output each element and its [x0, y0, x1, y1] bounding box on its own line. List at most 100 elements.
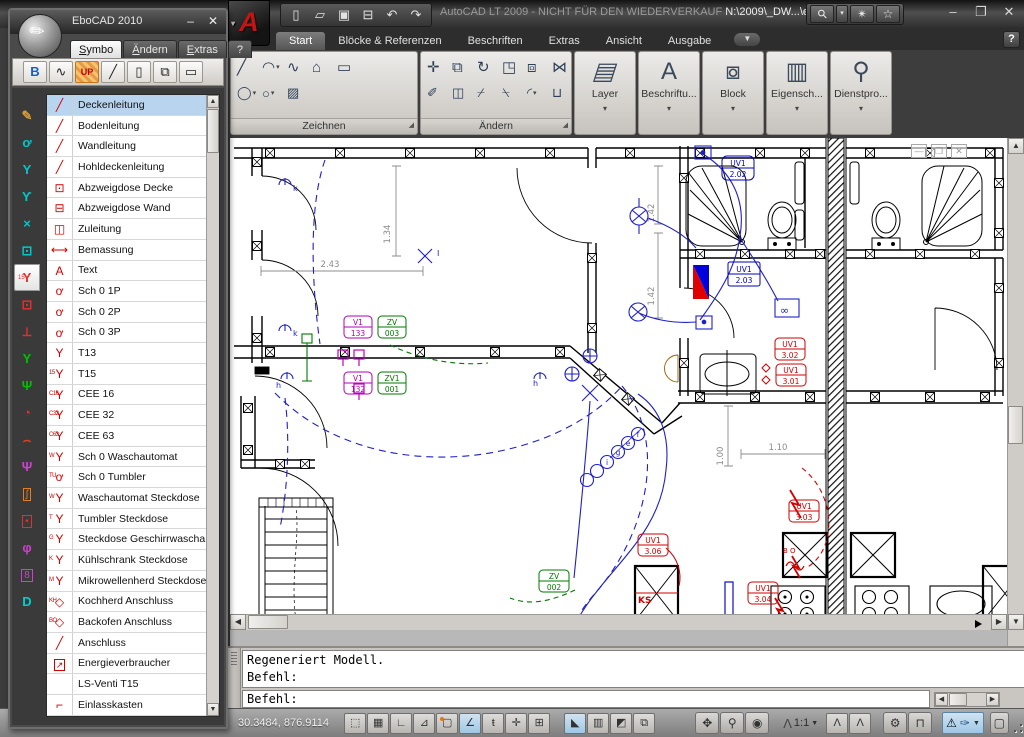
minimize-button[interactable]: – — [944, 4, 962, 20]
ribbon-minimize-caret[interactable]: ▼ — [734, 33, 760, 46]
palette-scrollbar[interactable]: ▲ ▼ — [206, 95, 219, 716]
hatch-icon[interactable]: ▨ — [285, 82, 309, 104]
socket-cyan-icon[interactable]: Y — [14, 156, 40, 183]
scroll-up-icon[interactable]: ▲ — [207, 95, 219, 108]
command-history[interactable]: Regeneriert Modell. Befehl: ▲ ▼ — [242, 650, 1024, 688]
line-tool[interactable]: ╱ — [101, 61, 125, 83]
symbol-list-item[interactable]: C32YCEE 32 — [47, 405, 206, 426]
symbol-list-item[interactable]: GYSteckdose Geschirrwascha — [47, 529, 206, 550]
symbol-list-item[interactable]: TUơSch 0 Tumbler — [47, 467, 206, 488]
mirror-icon[interactable]: ⋈ — [550, 54, 574, 80]
erase-icon[interactable]: ✐ — [425, 82, 449, 104]
maximize-button[interactable]: ❐ — [972, 4, 990, 20]
annotation-scale[interactable]: Λ 1:1 ▼ — [783, 716, 818, 731]
search-icon[interactable]: ⚲ — [810, 5, 834, 23]
symbol-list-item[interactable]: ╱Deckenleitung — [47, 95, 206, 116]
box-dot-cyan-icon[interactable]: ⊡ — [14, 237, 40, 264]
new-sheet-tool[interactable]: ▯ — [127, 61, 151, 83]
ducs-toggle[interactable]: ŧ — [482, 713, 504, 734]
edit-icon[interactable]: ⊔ — [550, 82, 574, 104]
up-tool[interactable]: UP — [75, 61, 99, 83]
tab-beschriften[interactable]: Beschriften — [455, 32, 536, 50]
arc-icon[interactable]: ◠▾ — [260, 54, 284, 80]
symbol-list-item[interactable]: LS-Venti T15 — [47, 674, 206, 695]
scroll-left-icon[interactable]: ◀ — [230, 614, 246, 630]
symbol-list-item[interactable]: ơSch 0 3P — [47, 323, 206, 344]
model-button[interactable]: ◣ — [564, 713, 586, 734]
layout2-button[interactable]: ◩ — [610, 713, 632, 734]
fillet-icon[interactable]: ◜▾ — [525, 82, 549, 104]
annotation-visibility-button[interactable]: Λ — [826, 713, 848, 734]
socket-green-icon[interactable]: Y — [14, 345, 40, 372]
symbol-list-item[interactable]: YT13 — [47, 343, 206, 364]
t15-selected-icon[interactable]: 15Y — [14, 264, 40, 291]
symbol-list-item[interactable]: MYMikrowellenherd Steckdose — [47, 571, 206, 592]
grid-toggle[interactable]: ▦ — [367, 713, 389, 734]
symbol-list-item[interactable]: ⊡Abzweigdose Decke — [47, 178, 206, 199]
panel-aendern-footer[interactable]: Ändern◢ — [421, 118, 571, 134]
annotation-autoscale-button[interactable]: Λ — [849, 713, 871, 734]
cmd-hscroll-thumb[interactable] — [949, 693, 967, 706]
tab-extras[interactable]: Extras — [536, 32, 593, 50]
cross-icon[interactable]: × — [14, 210, 40, 237]
doc-close-icon[interactable]: ✕ — [951, 144, 967, 158]
layer-panel[interactable]: ▤Layer▾ — [574, 51, 636, 135]
command-hscrollbar[interactable]: ◀ ▶ — [934, 692, 1000, 707]
status-toggle-tray[interactable]: ⚠ ✑ ▼ — [942, 712, 984, 734]
palette-tab-extras[interactable]: Extras — [178, 40, 227, 58]
symbol-list-item[interactable]: C16YCEE 16 — [47, 385, 206, 406]
copy-tool[interactable]: ⧉ — [153, 61, 177, 83]
redo-icon[interactable]: ↷ — [405, 5, 427, 25]
symbol-list-item[interactable]: ╱Wandleitung — [47, 136, 206, 157]
circle-icon[interactable]: ◯▾ — [235, 82, 259, 104]
symbol-list-item[interactable]: ⟷Bemassung — [47, 240, 206, 261]
extend-icon[interactable]: ⍀ — [500, 82, 524, 104]
bold-tool[interactable]: B — [23, 61, 47, 83]
awning-icon[interactable]: ⌢ — [14, 426, 40, 453]
explode-icon[interactable]: ◫ — [450, 82, 474, 104]
osnap-toggle[interactable]: ▢ — [436, 713, 458, 734]
help-button[interactable]: ? — [1003, 31, 1020, 48]
palette-minimize-button[interactable]: – — [187, 14, 194, 28]
vertical-scrollbar[interactable]: ▲ ▼ — [1007, 138, 1024, 646]
palette-close-button[interactable]: ✕ — [208, 14, 218, 28]
zoom-button[interactable]: ⚲ — [720, 712, 744, 734]
ground-icon[interactable]: ⟂ — [14, 318, 40, 345]
polar-toggle[interactable]: ⊿ — [413, 713, 435, 734]
ortho-toggle[interactable]: ∟ — [390, 713, 412, 734]
beschriftung-panel[interactable]: ABeschriftu...▾ — [638, 51, 700, 135]
scale-icon[interactable]: ⧈ — [525, 54, 549, 80]
clean-screen-button[interactable]: ▢ — [990, 712, 1009, 734]
lineweight-toggle[interactable]: ⊞ — [528, 713, 550, 734]
horizontal-scrollbar[interactable]: ◀ ▶ — [230, 614, 1007, 630]
save-icon[interactable]: ▣ — [333, 5, 355, 25]
symbol-list-item[interactable]: TYTumbler Steckdose — [47, 509, 206, 530]
symbol-list-item[interactable]: C63YCEE 63 — [47, 426, 206, 447]
lamp-magenta-icon[interactable]: φ — [14, 534, 40, 561]
abzweigdose-icon[interactable]: ⊡ — [14, 291, 40, 318]
palette-tab-symbo[interactable]: Symbo — [70, 40, 122, 58]
scroll-left-icon[interactable]: ◀ — [935, 693, 948, 706]
symbol-list-item[interactable]: ↗Energieverbraucher — [47, 654, 206, 675]
symbol-list-item[interactable]: ⌐Einlasskasten — [47, 695, 206, 716]
symbol-list[interactable]: ╱Deckenleitung╱Bodenleitung╱Wandleitung╱… — [46, 94, 220, 717]
command-input[interactable]: Befehl: — [242, 690, 930, 708]
symbol-list-item[interactable]: ╱Hohldeckenleitung — [47, 157, 206, 178]
switch-cyan-icon[interactable]: ơ — [14, 129, 40, 156]
rotate-icon[interactable]: ↻ — [475, 54, 499, 80]
lock-button[interactable]: ⊓ — [908, 712, 932, 734]
plug-magenta-icon[interactable]: Ψ — [14, 453, 40, 480]
steeringwheel-button[interactable]: ◉ — [745, 712, 769, 734]
symbol-list-item[interactable]: 15YT15 — [47, 364, 206, 385]
marker-tool-icon[interactable]: ✎ — [14, 102, 40, 129]
layout-button[interactable]: ▥ — [587, 713, 609, 734]
eight-box-icon[interactable]: 8 — [14, 561, 40, 588]
offset-icon[interactable]: ◳ — [500, 54, 524, 80]
search-caret-icon[interactable]: ▾ — [836, 5, 848, 23]
tab-blöcke-referenzen[interactable]: Blöcke & Referenzen — [325, 32, 454, 50]
undo-icon[interactable]: ↶ — [381, 5, 403, 25]
polyline-icon[interactable]: ∿ — [285, 54, 309, 80]
scroll-right-icon[interactable]: ▶ — [986, 693, 999, 706]
open-file-icon[interactable]: ▱ — [309, 5, 331, 25]
rectangle-icon[interactable]: ▭ — [335, 54, 359, 80]
